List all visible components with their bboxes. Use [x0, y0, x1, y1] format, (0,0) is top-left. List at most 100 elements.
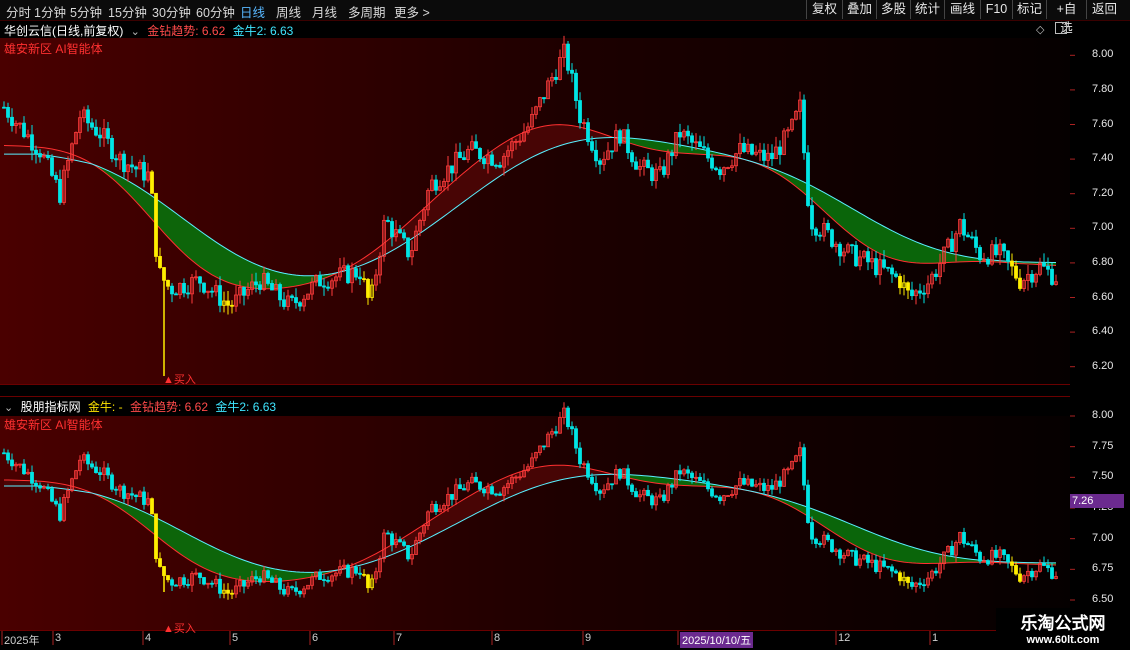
candle-body: [854, 244, 858, 267]
draw-line-button[interactable]: 画线: [944, 0, 980, 19]
period-tab-weekly[interactable]: 周线: [276, 2, 301, 21]
candle-body: [94, 466, 98, 474]
x-tick-label: 8: [494, 632, 501, 644]
candle-body: [198, 276, 202, 284]
candle-body: [646, 159, 650, 169]
candle-body: [670, 152, 674, 157]
period-tab-daily[interactable]: 日线: [240, 2, 265, 21]
maximize-icon[interactable]: [1055, 22, 1067, 34]
candle-body: [474, 476, 478, 483]
candle-body: [170, 579, 174, 586]
candle-body: [270, 283, 274, 291]
y-tick-label: 6.60: [1092, 290, 1114, 303]
candle-body: [1018, 573, 1022, 582]
candle-body: [818, 543, 822, 545]
candle-body: [482, 158, 486, 165]
f10-button[interactable]: F10: [980, 0, 1012, 19]
period-tab-multi[interactable]: 多周期: [348, 2, 386, 21]
candle-body: [838, 549, 842, 559]
candle-body: [670, 484, 674, 488]
candle-body: [590, 141, 594, 151]
candle-body: [690, 135, 694, 143]
period-tab-monthly[interactable]: 月线: [312, 2, 337, 21]
settings-dropdown-icon[interactable]: ⌄: [4, 402, 13, 414]
add-watchlist-button[interactable]: +自选: [1046, 0, 1086, 35]
candle-body: [894, 273, 898, 277]
buy-signal-label: ▲买入: [163, 623, 196, 635]
candle-body: [594, 482, 598, 492]
period-tab-5min[interactable]: 5分钟: [70, 2, 102, 21]
settings-dropdown-icon[interactable]: ⌄: [131, 26, 140, 38]
candle-body: [90, 122, 94, 128]
back-button[interactable]: 返回: [1086, 0, 1122, 19]
candle-body: [618, 469, 622, 479]
candle-body: [986, 258, 990, 265]
candle-body: [346, 265, 350, 284]
candle-body: [718, 169, 722, 176]
multi-stock-button[interactable]: 多股: [876, 0, 910, 19]
candle-body: [54, 175, 58, 180]
candle-body: [1010, 260, 1014, 267]
chevron-right-icon: >: [422, 6, 430, 20]
period-tab-fenshi[interactable]: 分时: [6, 2, 31, 21]
candle-body: [1030, 570, 1034, 578]
candle-body: [618, 130, 622, 144]
candle-body: [478, 148, 482, 160]
candle-body: [270, 577, 274, 583]
period-tab-30min[interactable]: 30分钟: [152, 2, 191, 21]
candle-body: [910, 582, 914, 587]
candle-body: [818, 234, 822, 237]
candle-body: [762, 149, 766, 161]
candle-body: [34, 482, 38, 487]
candle-body: [498, 164, 502, 168]
candle-body: [826, 223, 830, 231]
candle-body: [866, 554, 870, 563]
x-tick-label: 7: [396, 632, 403, 644]
period-tab-1min[interactable]: 1分钟: [34, 2, 66, 21]
candle-body: [226, 589, 230, 594]
candle-body: [266, 570, 270, 579]
chart-canvas[interactable]: [0, 0, 1130, 650]
period-tab-15min[interactable]: 15分钟: [108, 2, 147, 21]
candle-body: [934, 273, 938, 278]
candle-body: [10, 459, 14, 467]
candle-body: [966, 234, 970, 238]
period-tab-more[interactable]: 更多 >: [394, 2, 430, 21]
candle-body: [114, 488, 118, 491]
mark-button[interactable]: 标记: [1012, 0, 1046, 19]
candle-body: [122, 485, 126, 499]
statistics-button[interactable]: 统计: [910, 0, 944, 19]
jinniu-label: 金牛:: [87, 400, 116, 414]
candle-body: [626, 468, 630, 486]
candle-body: [1050, 268, 1054, 285]
x-tick-label: 2025/10/10/五: [680, 632, 754, 648]
candle-body: [778, 146, 782, 155]
candle-body: [634, 491, 638, 498]
candle-body: [886, 565, 890, 568]
candle-body: [362, 573, 366, 576]
candle-body: [210, 582, 214, 585]
candle-body: [58, 178, 62, 203]
candle-body: [54, 500, 58, 505]
overlay-button[interactable]: 叠加: [842, 0, 876, 19]
candle-body: [542, 97, 546, 100]
candle-body: [678, 132, 682, 138]
candle-body: [1002, 549, 1006, 556]
period-tab-60min[interactable]: 60分钟: [196, 2, 235, 21]
candle-body: [478, 481, 482, 490]
candle-body: [406, 237, 410, 258]
candle-body: [978, 247, 982, 261]
candle-body: [458, 484, 462, 489]
candle-body: [358, 572, 362, 575]
candle-body: [778, 480, 782, 487]
candle-body: [282, 299, 286, 307]
fuquan-button[interactable]: 复权: [806, 0, 842, 19]
candle-body: [1046, 565, 1050, 569]
candle-body: [1050, 567, 1054, 579]
candle-body: [1006, 554, 1010, 563]
candle-body: [810, 205, 814, 230]
indicator-panel-title: 股朋指标网: [20, 400, 81, 414]
diamond-icon[interactable]: ◇: [1036, 23, 1044, 36]
candle-body: [490, 154, 494, 166]
x-tick-label: 12: [838, 632, 851, 644]
